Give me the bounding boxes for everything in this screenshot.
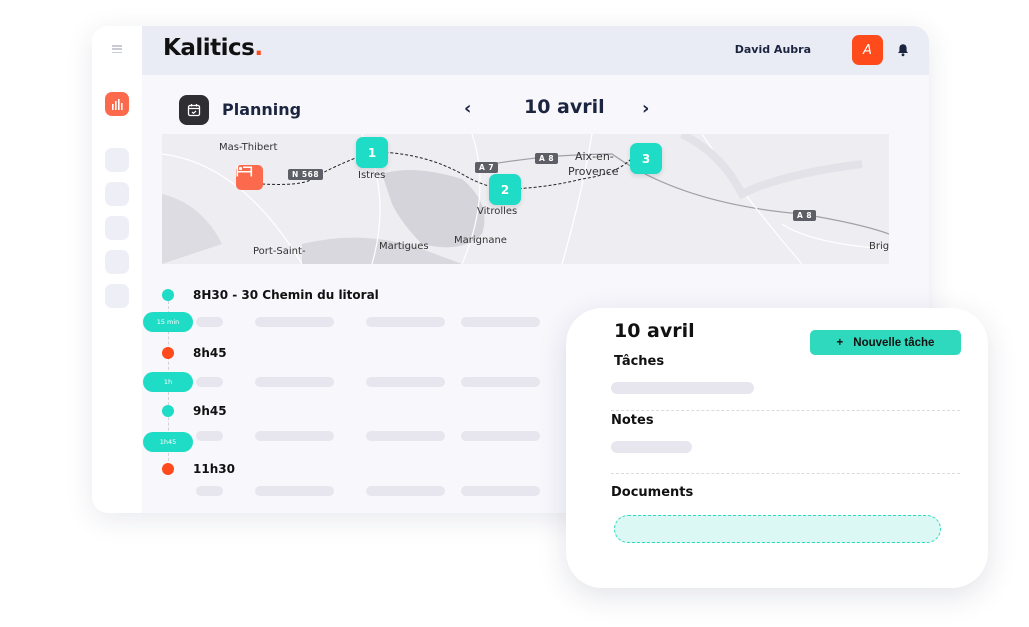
plus-icon: +: [836, 336, 844, 349]
skeleton-line: [461, 317, 540, 327]
bell-icon[interactable]: [896, 43, 910, 57]
hamburger-menu-icon[interactable]: [112, 45, 122, 54]
new-task-label: Nouvelle tâche: [853, 336, 935, 349]
note-skeleton: [611, 441, 692, 453]
skeleton-line: [461, 486, 540, 496]
timeline-dot: [162, 347, 174, 359]
timeline-entry-time[interactable]: 8h45: [193, 346, 227, 360]
route-stop-marker[interactable]: 1: [356, 137, 388, 168]
skeleton-line: [196, 317, 223, 327]
skeleton-line: [255, 431, 334, 441]
documents-heading: Documents: [611, 485, 694, 500]
skeleton-line: [196, 377, 223, 387]
duration-badge: 15 min: [143, 312, 193, 332]
task-skeleton: [611, 382, 754, 394]
page-title: Planning: [222, 100, 302, 119]
timeline-entry-time[interactable]: 8H30 - 30 Chemin du litoral: [193, 288, 379, 302]
skeleton-line: [461, 431, 540, 441]
next-day-button[interactable]: ›: [642, 98, 649, 119]
previous-day-button[interactable]: ‹: [464, 98, 471, 119]
route-stop-marker[interactable]: 2: [489, 174, 521, 205]
divider: [611, 473, 960, 474]
skeleton-line: [366, 486, 445, 496]
panel-date: 10 avril: [614, 320, 695, 342]
map-label: Vitrolles: [477, 206, 518, 217]
current-date: 10 avril: [524, 96, 605, 118]
skeleton-line: [196, 486, 223, 496]
map-label: Istres: [358, 170, 386, 181]
timeline-entry-time[interactable]: 9h45: [193, 404, 227, 418]
road-label: A 8: [535, 153, 559, 164]
map-label: Brig: [869, 241, 889, 252]
skeleton-line: [255, 377, 334, 387]
skeleton-line: [366, 377, 445, 387]
top-bar: Kalitics. David Aubra A: [142, 26, 929, 75]
duration-badge: 1h: [143, 372, 193, 392]
route-map[interactable]: Mas-Thibert Istres Vitrolles Marignane M…: [162, 134, 889, 264]
skeleton-line: [461, 377, 540, 387]
map-label: Port-Saint-: [253, 246, 306, 257]
logo-text: Kalitics: [163, 35, 255, 61]
sidebar-item-5[interactable]: [105, 250, 129, 274]
logo-dot: .: [254, 35, 263, 61]
sidebar-item-4[interactable]: [105, 216, 129, 240]
bar-chart-icon: [112, 98, 123, 110]
logo[interactable]: Kalitics.: [163, 35, 263, 61]
document-dropzone[interactable]: [614, 515, 941, 543]
day-detail-panel: 10 avril + Nouvelle tâche Tâches Notes D…: [566, 308, 988, 588]
road-label: A 7: [475, 162, 499, 173]
map-label: Aix-en-: [575, 150, 614, 163]
skeleton-line: [255, 317, 334, 327]
notes-heading: Notes: [611, 413, 654, 428]
sidebar-item-dashboard[interactable]: [105, 92, 129, 116]
user-name: David Aubra: [734, 43, 811, 56]
skeleton-line: [255, 486, 334, 496]
timeline-dot: [162, 405, 174, 417]
hotel-bed-icon[interactable]: [236, 165, 263, 190]
divider: [611, 410, 960, 411]
skeleton-line: [366, 431, 445, 441]
road-label: A 8: [793, 210, 817, 221]
sidebar-item-6[interactable]: [105, 284, 129, 308]
tasks-heading: Tâches: [614, 354, 665, 369]
timeline-dot: [162, 463, 174, 475]
duration-badge: 1h45: [143, 432, 193, 452]
road-label: N 568: [288, 169, 324, 180]
sidebar-item-2[interactable]: [105, 148, 129, 172]
map-label: Provence: [568, 165, 619, 178]
map-background: [162, 134, 889, 264]
map-label: Mas-Thibert: [219, 142, 278, 153]
map-label: Martigues: [379, 241, 429, 252]
calendar-icon: [179, 95, 209, 125]
sidebar: [92, 26, 142, 513]
avatar[interactable]: A: [852, 35, 883, 65]
new-task-button[interactable]: + Nouvelle tâche: [810, 330, 961, 355]
sidebar-item-3[interactable]: [105, 182, 129, 206]
route-stop-marker[interactable]: 3: [630, 143, 662, 174]
timeline-dot: [162, 289, 174, 301]
skeleton-line: [366, 317, 445, 327]
skeleton-line: [196, 431, 223, 441]
map-label: Marignane: [454, 235, 507, 246]
timeline-entry-time[interactable]: 11h30: [193, 462, 235, 476]
